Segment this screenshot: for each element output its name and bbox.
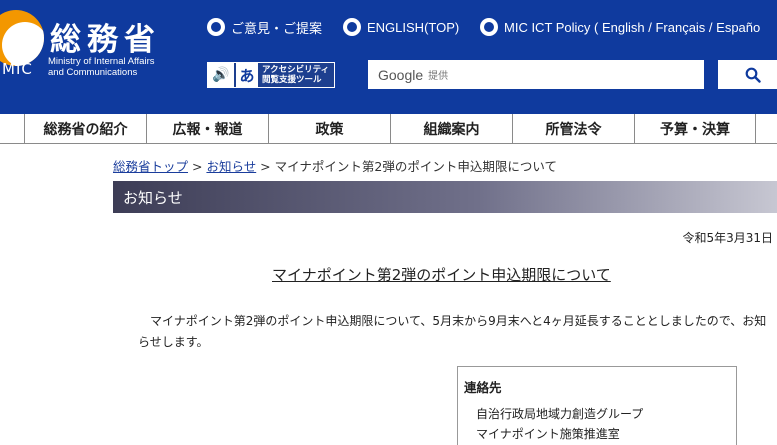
section-title-bar: お知らせ [113, 181, 777, 213]
nav-item-policy[interactable]: 政策 [268, 114, 390, 143]
link-feedback[interactable]: ご意見・ご提案 [207, 16, 322, 38]
breadcrumb-current: マイナポイント第2弾のポイント申込期限について [274, 159, 557, 174]
contact-box: 連絡先 自治行政局地域力創造グループ マイナポイント施策推進室 [457, 366, 737, 445]
bullet-circle-icon [207, 18, 225, 36]
logo-mark-icon [0, 10, 44, 66]
breadcrumb-section-link[interactable]: お知らせ [206, 159, 256, 174]
nav-item-press[interactable]: 広報・報道 [146, 114, 268, 143]
hiragana-a-icon: あ [236, 63, 258, 87]
google-logo: Google [378, 66, 424, 83]
contact-heading: 連絡先 [464, 380, 502, 395]
link-ict-policy[interactable]: MIC ICT Policy ( English / Français / Es… [480, 16, 760, 38]
article-title: マイナポイント第2弾のポイント申込期限について [272, 266, 611, 284]
breadcrumb-home-link[interactable]: 総務省トップ [113, 159, 188, 174]
nav-item-organization[interactable]: 組織案内 [390, 114, 512, 143]
org-abbr: MIC [2, 60, 33, 78]
search-input[interactable]: Google 提供 [368, 60, 704, 89]
link-english-top[interactable]: ENGLISH(TOP) [343, 16, 459, 38]
site-header: 総務省 MIC Ministry of Internal Affairs and… [0, 0, 777, 114]
speaker-icon: 🔊 [208, 63, 234, 87]
bullet-circle-icon [343, 18, 361, 36]
accessibility-tool-button[interactable]: 🔊 あ アクセシビリティ 閲覧支援ツール [207, 62, 335, 88]
search-icon [745, 67, 761, 83]
org-name: 総務省 [50, 22, 161, 58]
nav-item-laws[interactable]: 所管法令 [512, 114, 634, 143]
article-body: マイナポイント第2弾のポイント申込期限について、5月末から9月末へと4ヶ月延長す… [138, 314, 767, 349]
org-english-name: Ministry of Internal Affairs and Communi… [48, 56, 155, 78]
main-nav: 総務省の紹介 広報・報道 政策 組織案内 所管法令 予算・決算 [0, 114, 777, 144]
nav-item-about[interactable]: 総務省の紹介 [24, 114, 146, 143]
contact-line-department: 自治行政局地域力創造グループ [476, 407, 644, 421]
nav-item-budget[interactable]: 予算・決算 [634, 114, 756, 143]
search-button[interactable] [718, 60, 777, 89]
accessibility-tool-label: アクセシビリティ 閲覧支援ツール [262, 65, 330, 85]
google-provided-label: 提供 [428, 71, 449, 82]
contact-line-office: マイナポイント施策推進室 [476, 427, 620, 441]
breadcrumb: 総務省トップ > お知らせ > マイナポイント第2弾のポイント申込期限について [113, 159, 557, 174]
article-date: 令和5年3月31日 [682, 231, 773, 245]
mic-logo[interactable]: 総務省 MIC Ministry of Internal Affairs and… [0, 8, 190, 83]
bullet-circle-icon [480, 18, 498, 36]
